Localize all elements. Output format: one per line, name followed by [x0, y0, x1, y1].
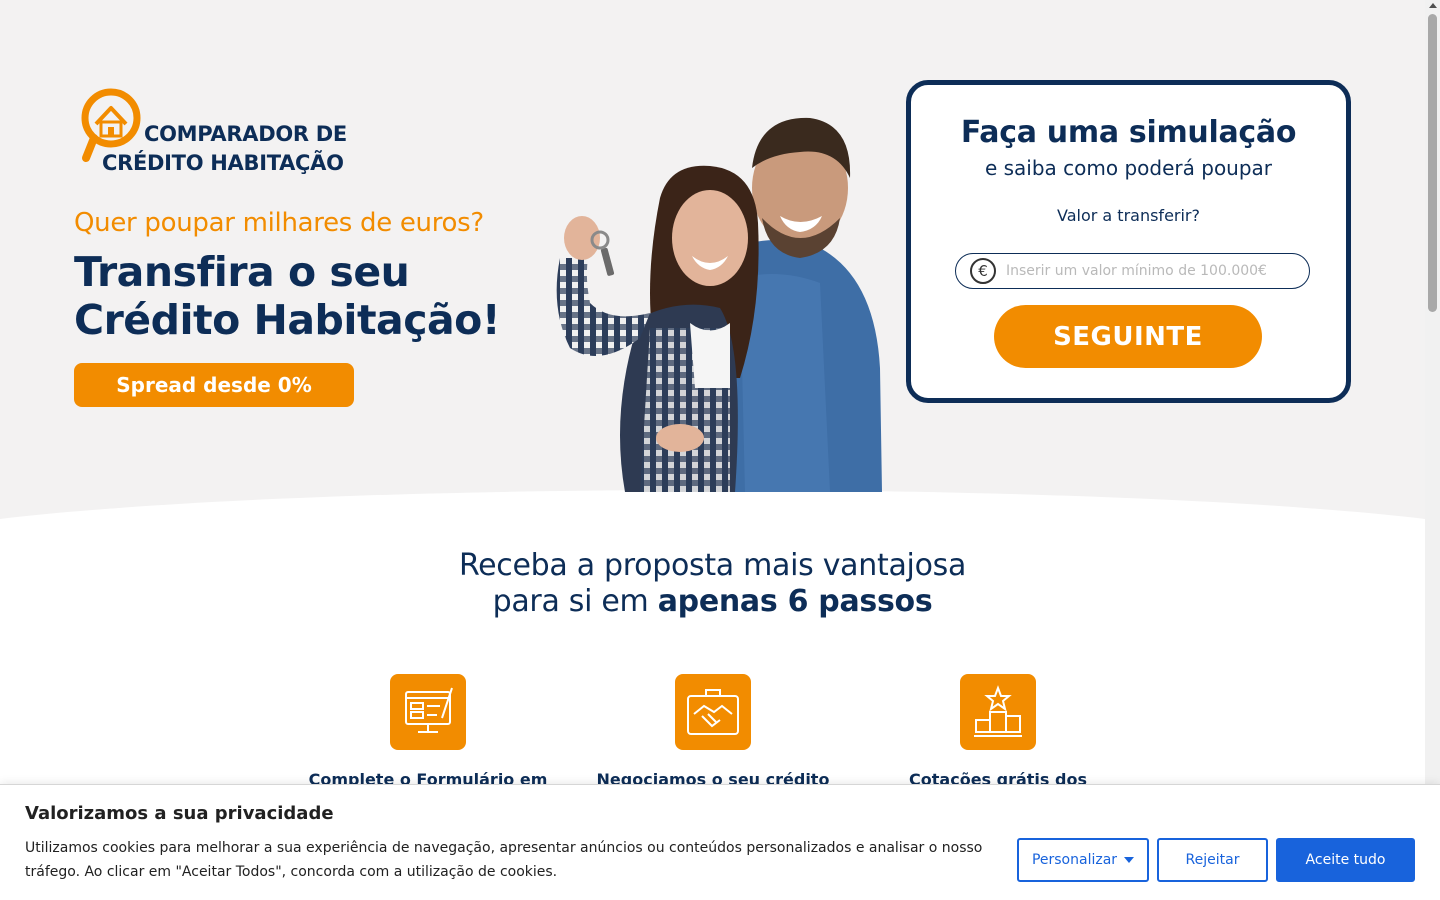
step-item: Negociamos o seu crédito: [563, 674, 863, 789]
couple-photo: [556, 117, 882, 492]
step-item: Complete o Formulário em: [278, 674, 578, 789]
steps-title-line2: para si em apenas 6 passos: [0, 584, 1425, 620]
next-button[interactable]: SEGUINTE: [994, 305, 1262, 368]
briefcase-handshake-icon: [675, 674, 751, 750]
steps-title-bold: apenas 6 passos: [657, 584, 933, 619]
hero-headline: Transfira o seu Crédito Habitação!: [74, 248, 501, 344]
podium-star-icon: [960, 674, 1036, 750]
logo-line1: COMPARADOR DE: [144, 122, 347, 146]
customize-label: Personalizar: [1031, 852, 1118, 868]
transfer-amount-input[interactable]: [1006, 263, 1296, 279]
accept-all-button[interactable]: Aceite tudo: [1276, 838, 1415, 882]
simulation-card: Faça uma simulação e saiba como poderá p…: [906, 80, 1351, 403]
hero-subheadline: Quer poupar milhares de euros?: [74, 208, 484, 238]
cookie-text: Utilizamos cookies para melhorar a sua e…: [25, 840, 983, 880]
scroll-up-arrow-icon[interactable]: [1428, 3, 1437, 8]
simulation-subtitle: e saiba como poderá poupar: [984, 156, 1273, 180]
page-scrollbar[interactable]: [1425, 0, 1440, 900]
logo-text: COMPARADOR DE CRÉDITO HABITAÇÃO: [102, 120, 347, 178]
hero-section: COMPARADOR DE CRÉDITO HABITAÇÃO Quer pou…: [0, 0, 1425, 560]
transfer-amount-label: Valor a transferir?: [1057, 206, 1200, 225]
steps-title: Receba a proposta mais vantajosa para si…: [0, 548, 1425, 620]
scrollbar-thumb[interactable]: [1428, 14, 1437, 312]
transfer-amount-field[interactable]: €: [955, 253, 1310, 289]
headline-line1: Transfira o seu: [74, 248, 410, 296]
site-logo[interactable]: COMPARADOR DE CRÉDITO HABITAÇÃO: [78, 84, 368, 180]
headline-line2: Crédito Habitação!: [74, 296, 501, 344]
reject-button[interactable]: Rejeitar: [1157, 838, 1268, 882]
step-item: Cotações grátis dos: [848, 674, 1148, 789]
customize-button[interactable]: Personalizar: [1017, 838, 1149, 882]
steps-title-line1: Receba a proposta mais vantajosa: [458, 548, 967, 583]
simulation-title: Faça uma simulação: [960, 115, 1297, 150]
euro-icon: €: [970, 258, 996, 284]
cookie-banner: Valorizamos a sua privacidade Utilizamos…: [0, 784, 1440, 900]
form-screen-icon: [390, 674, 466, 750]
cookie-title: Valorizamos a sua privacidade: [25, 803, 334, 824]
spread-badge: Spread desde 0%: [74, 363, 354, 407]
caret-down-icon: [1124, 857, 1135, 863]
steps-title-plain: para si em: [492, 584, 658, 619]
logo-line2: CRÉDITO HABITAÇÃO: [102, 151, 344, 175]
